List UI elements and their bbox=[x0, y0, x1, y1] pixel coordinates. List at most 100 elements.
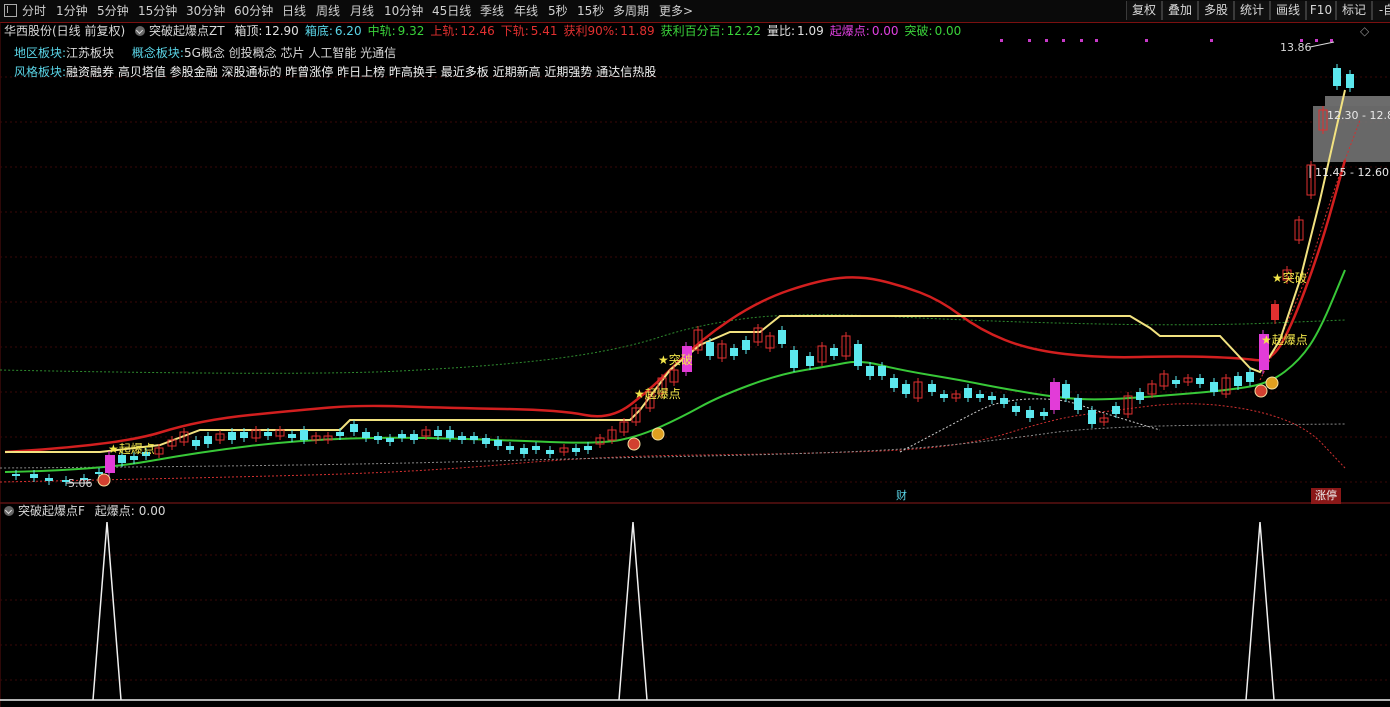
candle-body bbox=[288, 434, 296, 438]
toolbar-button[interactable]: 叠加 bbox=[1162, 1, 1198, 20]
candle-body bbox=[362, 432, 370, 438]
candle-body bbox=[192, 440, 200, 446]
menu-icon[interactable] bbox=[4, 4, 17, 17]
toolbar-button[interactable]: 画线 bbox=[1270, 1, 1306, 20]
high-arrow bbox=[1309, 41, 1335, 48]
period-tab[interactable]: 15秒 bbox=[577, 2, 604, 20]
toolbar-button[interactable]: 统计 bbox=[1234, 1, 1270, 20]
collapse-icon[interactable] bbox=[135, 26, 146, 36]
toolbar-button[interactable]: 多股 bbox=[1198, 1, 1234, 20]
candle-body bbox=[706, 342, 714, 356]
indicator-value: 起爆点: 0.00 bbox=[829, 24, 899, 38]
candle-body bbox=[386, 438, 394, 442]
candle-body bbox=[1346, 74, 1354, 88]
indicator-value: 下轨: 5.41 bbox=[500, 24, 558, 38]
candle-body bbox=[105, 455, 115, 473]
signal-label-2: ★起爆点 bbox=[634, 387, 681, 401]
period-tab[interactable]: 日线 bbox=[282, 2, 306, 20]
candle-body bbox=[902, 384, 910, 394]
finance-marker[interactable]: 财 bbox=[896, 488, 907, 504]
chart-canvas: ◇ bbox=[0, 22, 1390, 707]
candle-body bbox=[572, 448, 580, 452]
toolbar-button[interactable]: F10 bbox=[1306, 1, 1336, 20]
signal-dot bbox=[1028, 39, 1031, 42]
sub-label: 起爆点: bbox=[94, 504, 135, 518]
candle-body bbox=[350, 424, 358, 432]
indicator-value: 获利90%: 11.89 bbox=[563, 24, 655, 38]
signal-spike bbox=[618, 521, 648, 701]
period-tab[interactable]: 15分钟 bbox=[138, 2, 177, 20]
region-label: 地区板块: bbox=[14, 46, 67, 60]
range-box-label-1: 12.30 - 12.8 bbox=[1327, 109, 1390, 122]
toolbar-button[interactable]: 标记 bbox=[1336, 1, 1372, 20]
toolbar-button[interactable]: -自 bbox=[1372, 1, 1390, 20]
period-tab[interactable]: 周线 bbox=[316, 2, 340, 20]
period-tab[interactable]: 多周期 bbox=[613, 2, 649, 20]
candle-body bbox=[546, 450, 554, 454]
indicator-name: 突破起爆点ZT bbox=[149, 24, 225, 38]
style-value: 融资融券 高贝塔值 参股金融 深股通标的 昨曾涨停 昨日上榜 昨高换手 最近多板… bbox=[66, 65, 657, 79]
candle-body bbox=[1333, 68, 1341, 86]
sub-indicator-name: 突破起爆点F bbox=[18, 504, 85, 518]
region-block-row: 地区板块:江苏板块 概念板块:5G概念 创投概念 芯片 人工智能 光通信 bbox=[14, 45, 396, 61]
period-tab[interactable]: 5秒 bbox=[548, 2, 568, 20]
candle-body bbox=[1074, 398, 1082, 410]
candle-body bbox=[1136, 392, 1144, 400]
period-tab[interactable]: 60分钟 bbox=[234, 2, 273, 20]
collapse-icon[interactable] bbox=[4, 506, 14, 516]
candle-body bbox=[458, 436, 466, 440]
candle-body bbox=[506, 446, 514, 450]
period-tab[interactable]: 5分钟 bbox=[97, 2, 129, 20]
indicator-value: 箱顶: 12.90 bbox=[234, 24, 299, 38]
period-tab[interactable]: 分时 bbox=[22, 2, 46, 20]
candle-body bbox=[928, 384, 936, 392]
period-tab[interactable]: 1分钟 bbox=[56, 2, 88, 20]
candle-body bbox=[410, 434, 418, 440]
signal-spike bbox=[1245, 521, 1275, 701]
period-tab[interactable]: 45日线 bbox=[432, 2, 471, 20]
star-icon: ★ bbox=[634, 387, 645, 401]
candle-body bbox=[520, 448, 528, 454]
candle-body bbox=[1062, 384, 1070, 398]
indicator-value: 箱底: 6.20 bbox=[304, 24, 362, 38]
signal-dot bbox=[1080, 39, 1083, 42]
candle-body bbox=[1012, 406, 1020, 412]
candle-body bbox=[730, 348, 738, 356]
breakout-label-1: ★突破 bbox=[658, 353, 693, 367]
low-price-label: 5.06 bbox=[68, 477, 93, 490]
star-icon: ★ bbox=[658, 353, 669, 367]
period-tab[interactable]: 季线 bbox=[480, 2, 504, 20]
range-box bbox=[1325, 96, 1390, 106]
signal-dot bbox=[1062, 39, 1065, 42]
indicator-values: 箱顶: 12.90 箱底: 6.20 中轨: 9.32 上轨: 12.46 下轨: 5.41 获利9… bbox=[228, 24, 961, 38]
candle-body bbox=[95, 472, 103, 474]
candle-body bbox=[866, 366, 874, 376]
star-icon: ★ bbox=[108, 442, 119, 456]
candle-body bbox=[806, 356, 814, 366]
candle-body bbox=[976, 394, 984, 398]
header-bar: 华西股份(日线 前复权) 突破起爆点ZT 箱顶: 12.90 箱底: 6.20 中轨: 9… bbox=[4, 23, 961, 39]
candle-body bbox=[532, 446, 540, 450]
period-tab[interactable]: 更多> bbox=[659, 2, 693, 20]
period-tab[interactable]: 10分钟 bbox=[384, 2, 423, 20]
stock-name: 华西股份(日线 前复权) bbox=[4, 24, 126, 38]
style-label: 风格板块: bbox=[14, 65, 67, 79]
lower-band-line bbox=[0, 403, 1346, 483]
concept-value: 5G概念 创投概念 芯片 人工智能 光通信 bbox=[183, 46, 397, 60]
limit-up-marker[interactable]: 涨停 bbox=[1311, 488, 1341, 504]
signal-badge-icon bbox=[651, 427, 665, 441]
indicator-value: 突破: 0.00 bbox=[904, 24, 962, 38]
style-block-row: 风格板块:融资融券 高贝塔值 参股金融 深股通标的 昨曾涨停 昨日上榜 昨高换手… bbox=[14, 64, 656, 80]
period-tab[interactable]: 30分钟 bbox=[186, 2, 225, 20]
candle-body bbox=[1196, 378, 1204, 384]
toolbar-button[interactable]: 复权 bbox=[1126, 1, 1162, 20]
period-tab[interactable]: 月线 bbox=[350, 2, 374, 20]
candle-body bbox=[1210, 382, 1218, 392]
candle-body bbox=[890, 378, 898, 388]
signal-badge-icon bbox=[97, 473, 111, 487]
candle-body bbox=[778, 330, 786, 344]
signal-badge-icon bbox=[627, 437, 641, 451]
high-price-label: 13.86 bbox=[1280, 41, 1312, 54]
period-tab[interactable]: 年线 bbox=[514, 2, 538, 20]
breakout-label-2: ★突破 bbox=[1272, 271, 1307, 285]
